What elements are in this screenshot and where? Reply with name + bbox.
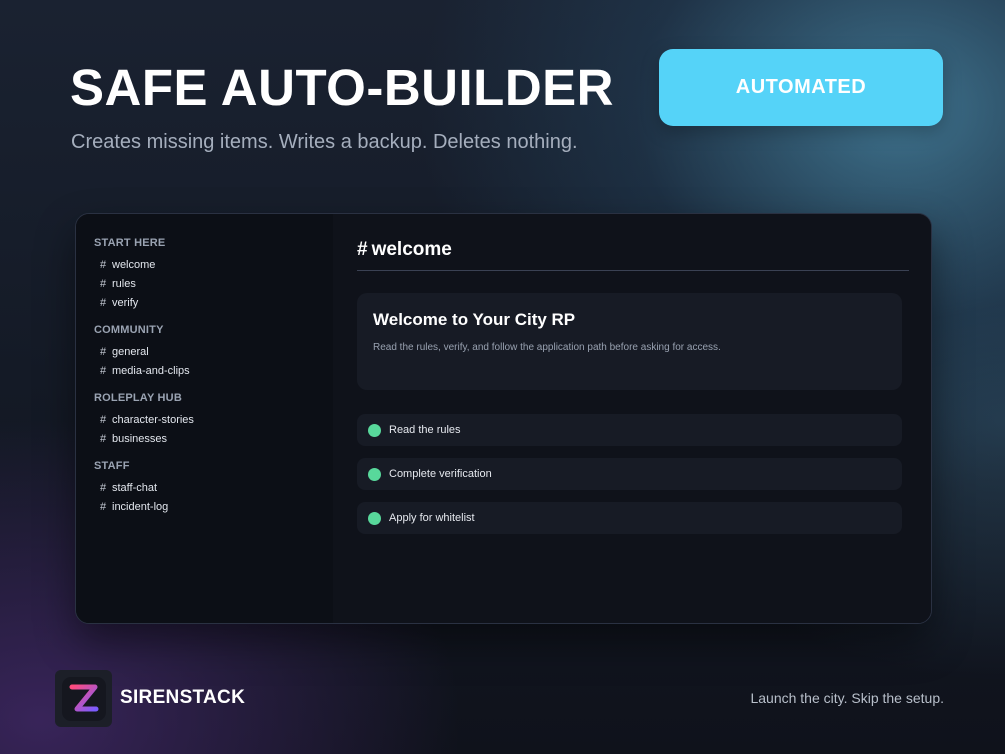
channel-name: general [112, 345, 149, 358]
channel-content: # welcome Welcome to Your City RP Read t… [333, 214, 931, 623]
channel-name: businesses [112, 432, 168, 445]
channel-item-general[interactable]: # general [100, 342, 333, 361]
channel-item-welcome[interactable]: # welcome [100, 255, 333, 274]
page-subtitle: Creates missing items. Writes a backup. … [71, 131, 578, 153]
channel-name: staff-chat [112, 481, 158, 494]
category-roleplay-hub: ROLEPLAY HUB # character-stories # busin… [76, 391, 333, 448]
status-dot-icon [368, 467, 381, 481]
channel-header: # welcome [357, 236, 909, 271]
letter-z-logo-icon [61, 676, 106, 721]
channel-item-media-and-clips[interactable]: # media-and-clips [100, 361, 333, 380]
step-apply-whitelist[interactable]: Apply for whitelist [357, 502, 902, 534]
page-title: SAFE AUTO-BUILDER [70, 59, 614, 116]
welcome-card-description: Read the rules, verify, and follow the a… [373, 342, 721, 353]
hash-icon: # [100, 277, 107, 290]
onboarding-steps: Read the rules Complete verification App… [357, 414, 909, 534]
hash-icon: # [357, 239, 368, 260]
category-staff: STAFF # staff-chat # incident-log [76, 459, 333, 516]
channel-header-name: welcome [371, 239, 452, 260]
footer-tagline: Launch the city. Skip the setup. [750, 690, 944, 706]
step-label: Apply for whitelist [389, 512, 475, 524]
step-read-rules[interactable]: Read the rules [357, 414, 902, 446]
hash-icon: # [100, 500, 107, 513]
hash-icon: # [100, 413, 107, 426]
category-label: START HERE [94, 237, 166, 249]
channel-sidebar: START HERE # welcome # rules # verify CO… [76, 214, 333, 623]
category-start-here: START HERE # welcome # rules # verify [76, 236, 333, 312]
category-label: STAFF [94, 460, 130, 472]
channel-name: incident-log [112, 500, 169, 513]
hash-icon: # [100, 481, 107, 494]
status-dot-icon [368, 423, 381, 437]
channel-item-staff-chat[interactable]: # staff-chat [100, 478, 333, 497]
channel-item-businesses[interactable]: # businesses [100, 429, 333, 448]
hash-icon: # [100, 296, 107, 309]
brand-logo [55, 670, 112, 727]
hash-icon: # [100, 345, 107, 358]
welcome-card-title: Welcome to Your City RP [373, 310, 576, 329]
channel-name: verify [112, 296, 139, 309]
channel-item-character-stories[interactable]: # character-stories [100, 410, 333, 429]
channel-name: rules [112, 277, 136, 290]
automated-badge: AUTOMATED [659, 49, 943, 126]
channel-name: character-stories [112, 413, 194, 426]
channel-item-verify[interactable]: # verify [100, 293, 333, 312]
channel-name: welcome [112, 258, 156, 271]
category-label: ROLEPLAY HUB [94, 392, 182, 404]
step-label: Complete verification [389, 468, 492, 480]
step-label: Read the rules [389, 424, 461, 436]
hash-icon: # [100, 364, 107, 377]
status-dot-icon [368, 511, 381, 525]
welcome-card: Welcome to Your City RP Read the rules, … [357, 293, 902, 390]
hash-icon: # [100, 258, 107, 271]
channel-item-incident-log[interactable]: # incident-log [100, 497, 333, 516]
category-label: COMMUNITY [94, 324, 164, 336]
step-complete-verification[interactable]: Complete verification [357, 458, 902, 490]
category-community: COMMUNITY # general # media-and-clips [76, 323, 333, 380]
hash-icon: # [100, 432, 107, 445]
brand-name: SIRENSTACK [120, 687, 246, 708]
app-window-mockup: START HERE # welcome # rules # verify CO… [75, 213, 932, 624]
channel-item-rules[interactable]: # rules [100, 274, 333, 293]
channel-name: media-and-clips [112, 364, 190, 377]
